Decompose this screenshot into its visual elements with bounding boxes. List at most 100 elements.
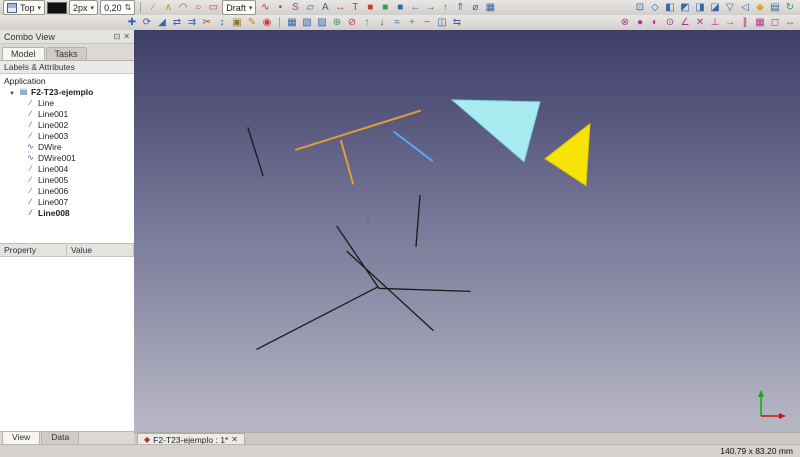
draft-clone-icon[interactable]: ▣ [230,16,244,29]
draft-stretch-icon[interactable]: ↕ [215,16,229,29]
create-part-icon[interactable]: ◆ [753,1,767,14]
value-column[interactable]: Value [67,244,134,256]
draft-arc-icon[interactable]: ◠ [176,1,190,14]
snap-center-icon[interactable]: ⊙ [663,16,677,29]
close-tab-icon[interactable]: ✕ [231,435,238,444]
draft-remove-point-icon[interactable]: − [420,16,434,29]
draft-offset-icon[interactable]: ⇉ [185,16,199,29]
arrow-right-icon[interactable]: → [423,1,437,14]
draft-array-icon[interactable]: ▦ [285,16,299,29]
draft-point-icon[interactable]: • [273,1,287,14]
tree-item-line002[interactable]: ∕Line002 [0,119,134,130]
part-box-blue-icon[interactable]: ■ [393,1,407,14]
snap-parallel-icon[interactable]: ∥ [738,16,752,29]
draft-path-array-icon[interactable]: ▧ [300,16,314,29]
snap-angle-icon[interactable]: ∠ [678,16,692,29]
tree-item-document[interactable]: ▤ F2-T23-ejemplo [0,86,134,97]
line-color-swatch[interactable] [47,2,67,14]
line-black-6[interactable] [257,287,377,349]
tree-item-line008[interactable]: ∕Line008 [0,207,134,218]
draft-polyline-icon[interactable]: ∧ [161,1,175,14]
line-blue[interactable] [394,132,432,161]
tree-item-line007[interactable]: ∕Line007 [0,196,134,207]
part-box-green-icon[interactable]: ■ [378,1,392,14]
view-direction-combo[interactable]: Top [3,0,45,15]
draft-label-icon[interactable]: T [348,1,362,14]
refresh-icon[interactable]: ↻ [783,1,797,14]
tree-item-line005[interactable]: ∕Line005 [0,174,134,185]
draft-text-icon[interactable]: A [318,1,332,14]
draft-line-icon[interactable]: ∕ [146,1,160,14]
triangle-cyan[interactable] [452,100,540,162]
draft-split-icon[interactable]: ⊘ [345,16,359,29]
line-black-4[interactable] [379,288,470,291]
arrow-up-blue-icon[interactable]: ⇑ [453,1,467,14]
draft-downgrade-icon[interactable]: ↓ [375,16,389,29]
draft-move-icon[interactable]: ✚ [125,16,139,29]
float-panel-icon[interactable]: ⊡ [114,32,121,41]
arrow-up-green-icon[interactable]: ↑ [438,1,452,14]
tree-item-line004[interactable]: ∕Line004 [0,163,134,174]
draft-scale-icon[interactable]: ◢ [155,16,169,29]
snap-lock-icon[interactable]: ⊗ [618,16,632,29]
draft-add-point-icon[interactable]: + [405,16,419,29]
arrow-left-icon[interactable]: ← [408,1,422,14]
part-box-red-icon[interactable]: ■ [363,1,377,14]
snap-midpoint-icon[interactable]: ◐ [648,16,662,29]
line-orange-short[interactable] [341,141,353,184]
view-axonometric-icon[interactable]: ◇ [648,1,662,14]
grid-icon[interactable]: ▦ [483,1,497,14]
view-right-icon[interactable]: ◨ [693,1,707,14]
draft-rectangle-icon[interactable]: ▭ [206,1,220,14]
draft-to-sketch-icon[interactable]: ⇆ [450,16,464,29]
snap-perpendicular-icon[interactable]: ⊥ [708,16,722,29]
draft-dimension-icon[interactable]: ↔ [333,1,347,14]
draft-trimex-icon[interactable]: ✂ [200,16,214,29]
draft-upgrade-icon[interactable]: ↑ [360,16,374,29]
tree-item-dwire001[interactable]: ∿DWire001 [0,152,134,163]
snap-extension-icon[interactable]: → [723,16,737,29]
line-black-2[interactable] [416,196,420,247]
tree-item-line001[interactable]: ∕Line001 [0,108,134,119]
view-left-icon[interactable]: ◁ [738,1,752,14]
viewport[interactable] [134,30,800,432]
expand-arrow-icon[interactable] [9,87,16,97]
tree-item-line[interactable]: ∕Line [0,97,134,108]
draft-shape2dview-icon[interactable]: ◫ [435,16,449,29]
view-fit-icon[interactable]: ⊡ [633,1,647,14]
snap-dimensions-icon[interactable]: ↔ [783,16,797,29]
tree-item-dwire[interactable]: ∿DWire [0,141,134,152]
draft-edit-icon[interactable]: ✎ [245,16,259,29]
view-front-icon[interactable]: ◧ [663,1,677,14]
create-group-icon[interactable]: ▤ [768,1,782,14]
draft-wire-to-bspline-icon[interactable]: ≈ [390,16,404,29]
draft-bspline-icon[interactable]: ∿ [258,1,272,14]
draft-point-array-icon[interactable]: ▨ [315,16,329,29]
view-top-icon[interactable]: ◩ [678,1,692,14]
snap-endpoint-icon[interactable]: ● [633,16,647,29]
view-rear-icon[interactable]: ◪ [708,1,722,14]
draft-mirror-icon[interactable]: ⇄ [170,16,184,29]
tab-model[interactable]: Model [2,47,45,60]
draft-join-icon[interactable]: ⊕ [330,16,344,29]
line-orange-long[interactable] [296,111,420,150]
viewport-canvas[interactable] [134,30,800,432]
scale-spinbox[interactable]: 0,20 [100,0,135,15]
line-black-3[interactable] [337,227,379,289]
draft-circle-icon[interactable]: ○ [191,1,205,14]
view-bottom-icon[interactable]: ▽ [723,1,737,14]
workbench-selector[interactable]: Draft [222,0,256,15]
line-black-1[interactable] [248,128,263,176]
close-panel-icon[interactable]: ✕ [123,32,130,41]
snap-working-plane-icon[interactable]: ◻ [768,16,782,29]
property-column[interactable]: Property [0,244,67,256]
point-dot[interactable] [367,221,369,223]
measure-icon[interactable]: ⌀ [468,1,482,14]
snap-intersection-icon[interactable]: ✕ [693,16,707,29]
draft-highlight-icon[interactable]: ◉ [260,16,274,29]
snap-grid-icon[interactable]: ▦ [753,16,767,29]
tab-tasks[interactable]: Tasks [46,47,87,60]
draft-shapestring-icon[interactable]: S [288,1,302,14]
tree-item-line003[interactable]: ∕Line003 [0,130,134,141]
draft-facebinder-icon[interactable]: ▱ [303,1,317,14]
